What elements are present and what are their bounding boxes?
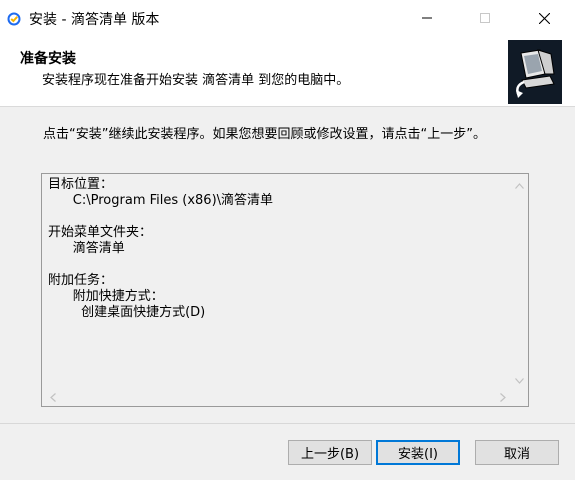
memo-destination-label: 目标位置： (48, 177, 114, 192)
scroll-up-icon[interactable] (511, 177, 528, 194)
memo-tasks-label: 附加任务： (48, 273, 114, 288)
title-bar: 安装 - 滴答清单 版本 (0, 0, 575, 36)
scroll-left-icon[interactable] (44, 389, 61, 406)
setup-computer-icon (508, 40, 562, 104)
install-button[interactable]: 安装(I) (376, 440, 460, 465)
setup-window: 安装 - 滴答清单 版本 准备安装 安装程序现在准备开始安装 滴答清单 到您的电… (0, 0, 575, 480)
footer-divider (0, 423, 575, 424)
minimize-button[interactable] (404, 0, 450, 36)
minimize-icon (422, 17, 432, 19)
page-title: 准备安装 (20, 51, 76, 67)
horizontal-scrollbar[interactable] (42, 389, 511, 406)
memo-startmenu-value: 滴答清单 (72, 241, 125, 256)
scroll-right-icon[interactable] (494, 389, 511, 406)
wizard-header: 准备安装 安装程序现在准备开始安装 滴答清单 到您的电脑中。 (0, 36, 575, 107)
close-button[interactable] (521, 0, 567, 36)
memo-tasks-item: 创建桌面快捷方式(D) (81, 305, 206, 320)
close-icon (538, 12, 550, 24)
memo-startmenu-label: 开始菜单文件夹： (48, 225, 153, 240)
scroll-down-icon[interactable] (511, 372, 528, 389)
memo-destination-value: C:\Program Files (x86)\滴答清单 (72, 193, 274, 208)
page-subtitle: 安装程序现在准备开始安装 滴答清单 到您的电脑中。 (42, 73, 350, 88)
back-button[interactable]: 上一步(B) (288, 440, 372, 465)
memo-text: 目标位置： C:\Program Files (x86)\滴答清单 开始菜单文件… (48, 177, 506, 321)
memo-tasks-group: 附加快捷方式： (72, 289, 164, 304)
maximize-icon (480, 13, 490, 23)
vertical-scrollbar[interactable] (511, 174, 528, 389)
maximize-button[interactable] (462, 0, 508, 36)
intro-text: 点击“安装”继续此安装程序。如果您想要回顾或修改设置，请点击“上一步”。 (43, 127, 486, 142)
cancel-button[interactable]: 取消 (475, 440, 559, 465)
app-check-icon (7, 11, 21, 26)
ready-memo[interactable]: 目标位置： C:\Program Files (x86)\滴答清单 开始菜单文件… (41, 173, 529, 407)
window-title: 安装 - 滴答清单 版本 (29, 12, 160, 28)
